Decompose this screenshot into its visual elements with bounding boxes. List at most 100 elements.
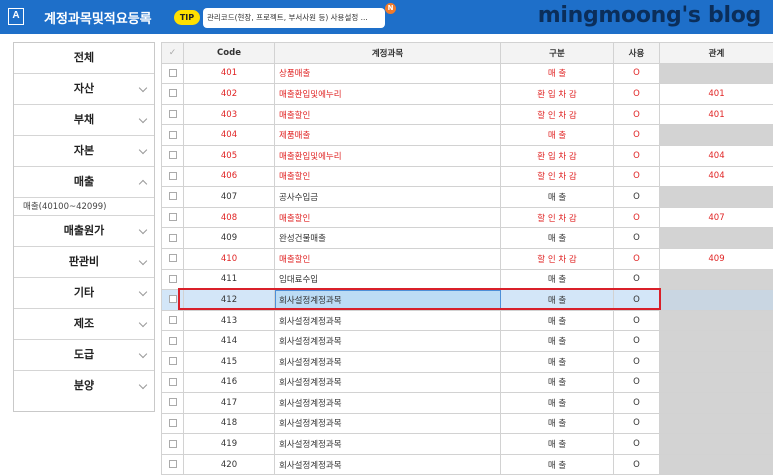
checkbox[interactable] bbox=[168, 213, 177, 222]
cell-type[interactable]: 매 출 bbox=[500, 309, 614, 332]
column-header-use[interactable]: 사용 bbox=[613, 42, 660, 64]
row-checkbox[interactable] bbox=[161, 371, 184, 394]
table-row[interactable]: 401 상품매출 매 출O bbox=[161, 62, 773, 85]
checkbox[interactable] bbox=[168, 274, 177, 283]
cell-type[interactable]: 매 출 bbox=[500, 62, 614, 85]
cell-code[interactable]: 408 bbox=[183, 206, 275, 229]
cell-code[interactable]: 401 bbox=[183, 62, 275, 85]
row-checkbox[interactable] bbox=[161, 103, 184, 126]
cell-use[interactable]: O bbox=[613, 330, 660, 352]
row-checkbox[interactable] bbox=[161, 309, 184, 332]
cell-code[interactable]: 410 bbox=[183, 247, 275, 270]
table-row[interactable]: 419 회사설정계정과목 매 출O bbox=[161, 433, 773, 455]
sidebar-item-all[interactable]: 전체 bbox=[14, 43, 154, 74]
row-checkbox[interactable] bbox=[161, 289, 184, 311]
checkbox[interactable] bbox=[168, 316, 177, 325]
cell-type[interactable]: 매 출 bbox=[500, 289, 614, 311]
cell-relation[interactable] bbox=[659, 453, 773, 475]
cell-code[interactable]: 416 bbox=[183, 371, 275, 394]
cell-use[interactable]: O bbox=[613, 206, 660, 229]
checkbox[interactable] bbox=[168, 89, 177, 98]
cell-type[interactable]: 매 출 bbox=[500, 330, 614, 352]
table-row[interactable]: 409 완성건물매출 매 출O bbox=[161, 227, 773, 249]
table-row[interactable]: 417 회사설정계정과목 매 출O bbox=[161, 392, 773, 414]
row-checkbox[interactable] bbox=[161, 227, 184, 249]
row-checkbox[interactable] bbox=[161, 83, 184, 105]
sidebar-item-presale[interactable]: 분양 bbox=[14, 371, 154, 402]
table-row[interactable]: 408 매출할인 할 인 차 감 O 407 bbox=[161, 206, 773, 229]
cell-code[interactable]: 420 bbox=[183, 453, 275, 475]
row-checkbox[interactable] bbox=[161, 330, 184, 352]
cell-account-name[interactable]: 매출할인 bbox=[274, 247, 501, 270]
cell-relation[interactable]: 404 bbox=[659, 165, 773, 188]
checkbox[interactable] bbox=[168, 357, 177, 366]
checkbox[interactable] bbox=[168, 171, 177, 180]
row-checkbox[interactable] bbox=[161, 186, 184, 208]
cell-relation[interactable] bbox=[659, 412, 773, 435]
cell-account-name[interactable]: 회사설정계정과목 bbox=[274, 289, 501, 311]
checkbox[interactable] bbox=[168, 254, 177, 263]
cell-relation[interactable] bbox=[659, 124, 773, 146]
sidebar-item-cost-of-sales[interactable]: 매출원가 bbox=[14, 216, 154, 247]
column-header-code[interactable]: Code bbox=[183, 42, 275, 64]
cell-use[interactable]: O bbox=[613, 371, 660, 394]
cell-account-name[interactable]: 임대료수입 bbox=[274, 268, 501, 291]
row-checkbox[interactable] bbox=[161, 433, 184, 455]
cell-use[interactable]: O bbox=[613, 412, 660, 435]
table-row[interactable]: 420 회사설정계정과목 매 출O bbox=[161, 453, 773, 475]
cell-relation[interactable] bbox=[659, 350, 773, 373]
cell-use[interactable]: O bbox=[613, 453, 660, 475]
row-checkbox[interactable] bbox=[161, 392, 184, 414]
cell-use[interactable]: O bbox=[613, 268, 660, 291]
table-row[interactable]: 416 회사설정계정과목 매 출O bbox=[161, 371, 773, 394]
cell-code[interactable]: 405 bbox=[183, 144, 275, 167]
cell-code[interactable]: 413 bbox=[183, 309, 275, 332]
column-header-type[interactable]: 구분 bbox=[500, 42, 614, 64]
cell-relation[interactable]: 407 bbox=[659, 206, 773, 229]
row-checkbox[interactable] bbox=[161, 206, 184, 229]
cell-type[interactable]: 할 인 차 감 bbox=[500, 103, 614, 126]
cell-account-name[interactable]: 회사설정계정과목 bbox=[274, 392, 501, 414]
cell-code[interactable]: 412 bbox=[183, 289, 275, 311]
row-checkbox[interactable] bbox=[161, 247, 184, 270]
cell-code[interactable]: 414 bbox=[183, 330, 275, 352]
checkbox[interactable] bbox=[168, 295, 177, 304]
cell-code[interactable]: 406 bbox=[183, 165, 275, 188]
cell-code[interactable]: 407 bbox=[183, 186, 275, 208]
table-row[interactable]: 407 공사수입금 매 출O bbox=[161, 186, 773, 208]
table-row[interactable]: 413 회사설정계정과목 매 출O bbox=[161, 309, 773, 332]
column-header-account[interactable]: 계정과목 bbox=[274, 42, 501, 64]
cell-use[interactable]: O bbox=[613, 433, 660, 455]
row-checkbox[interactable] bbox=[161, 412, 184, 435]
cell-code[interactable]: 411 bbox=[183, 268, 275, 291]
cell-code[interactable]: 403 bbox=[183, 103, 275, 126]
cell-type[interactable]: 매 출 bbox=[500, 392, 614, 414]
cell-type[interactable]: 매 출 bbox=[500, 124, 614, 146]
cell-use[interactable]: O bbox=[613, 289, 660, 311]
cell-use[interactable]: O bbox=[613, 103, 660, 126]
cell-account-name[interactable]: 매출할인 bbox=[274, 206, 501, 229]
cell-code[interactable]: 402 bbox=[183, 83, 275, 105]
cell-use[interactable]: O bbox=[613, 186, 660, 208]
row-checkbox[interactable] bbox=[161, 453, 184, 475]
cell-type[interactable]: 매 출 bbox=[500, 186, 614, 208]
cell-type[interactable]: 매 출 bbox=[500, 371, 614, 394]
cell-type[interactable]: 할 인 차 감 bbox=[500, 247, 614, 270]
cell-account-name[interactable]: 상품매출 bbox=[274, 62, 501, 85]
table-row[interactable]: 405 매출환입및에누리 환 입 차 감 O 404 bbox=[161, 144, 773, 167]
cell-use[interactable]: O bbox=[613, 392, 660, 414]
cell-type[interactable]: 매 출 bbox=[500, 412, 614, 435]
column-header-relation[interactable]: 관계 bbox=[659, 42, 773, 64]
checkbox[interactable] bbox=[168, 439, 177, 448]
cell-relation[interactable] bbox=[659, 330, 773, 352]
cell-code[interactable]: 418 bbox=[183, 412, 275, 435]
cell-code[interactable]: 415 bbox=[183, 350, 275, 373]
checkbox[interactable] bbox=[168, 68, 177, 77]
cell-relation[interactable] bbox=[659, 186, 773, 208]
row-checkbox[interactable] bbox=[161, 124, 184, 146]
cell-use[interactable]: O bbox=[613, 227, 660, 249]
cell-account-name[interactable]: 매출환입및에누리 bbox=[274, 144, 501, 167]
sidebar-item-equity[interactable]: 자본 bbox=[14, 136, 154, 167]
sidebar-item-manufacturing[interactable]: 제조 bbox=[14, 309, 154, 340]
row-checkbox[interactable] bbox=[161, 350, 184, 373]
